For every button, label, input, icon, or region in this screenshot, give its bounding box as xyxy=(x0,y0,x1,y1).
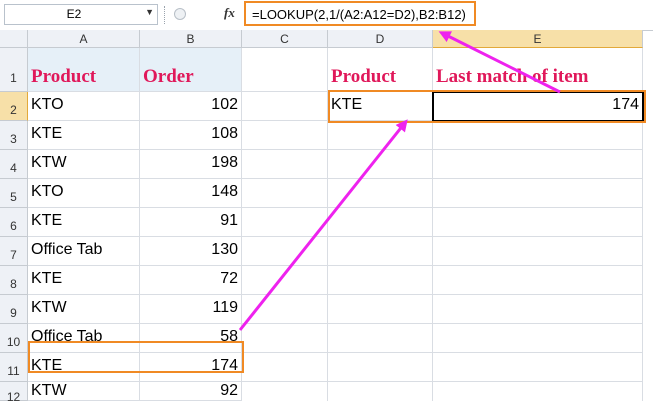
formula-input[interactable]: =LOOKUP(2,1/(A2:A12=D2),B2:B12) xyxy=(244,1,476,26)
fx-icon[interactable]: fx xyxy=(224,5,235,21)
arrow-from-match-to-lookup xyxy=(238,119,408,331)
circle-icon xyxy=(174,8,186,20)
worksheet-grid: A B C D E 1 2 3 4 5 6 7 8 9 10 11 12 Pro… xyxy=(0,30,653,404)
formula-text: =LOOKUP(2,1/(A2:A12=D2),B2:B12) xyxy=(252,7,466,22)
arrow-from-result-to-formula xyxy=(438,31,561,94)
name-box-value: E2 xyxy=(66,7,82,21)
formula-bar-resize-handle[interactable] xyxy=(164,6,170,24)
formula-bar: E2 ▼ fx =LOOKUP(2,1/(A2:A12=D2),B2:B12) xyxy=(0,0,653,31)
chevron-down-icon[interactable]: ▼ xyxy=(145,7,154,17)
name-box[interactable]: E2 ▼ xyxy=(4,4,158,25)
annotation-arrows xyxy=(238,31,561,331)
